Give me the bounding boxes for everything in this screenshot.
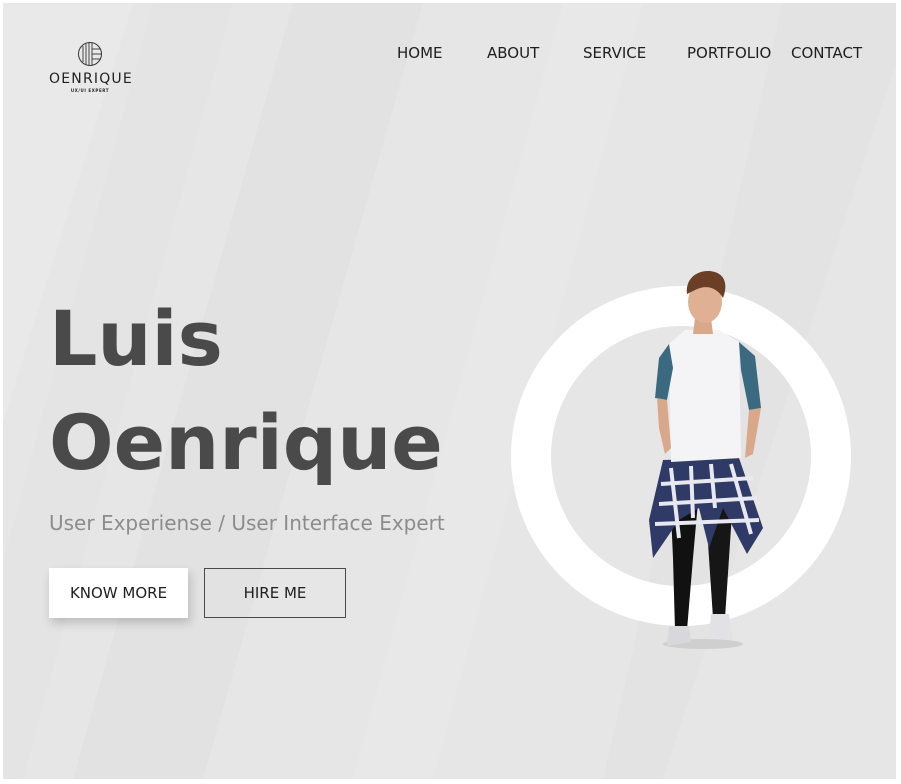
nav-item-contact[interactable]: CONTACT xyxy=(791,43,862,63)
nav-item-portfolio[interactable]: PORTFOLIO xyxy=(687,43,771,63)
nav-item-service[interactable]: SERVICE xyxy=(583,43,646,63)
know-more-button[interactable]: KNOW MORE xyxy=(49,568,188,618)
landing-page: OENRIQUE UX/UI EXPERT HOME ABOUT SERVICE… xyxy=(3,3,896,779)
logo-name: OENRIQUE xyxy=(49,71,133,87)
hero-first-name: Luis xyxy=(49,294,223,383)
hero-subtitle: User Experiense / User Interface Expert xyxy=(49,511,445,535)
hero-last-name: Oenrique xyxy=(49,398,443,487)
hire-me-button[interactable]: HIRE ME xyxy=(204,568,346,618)
nav-item-home[interactable]: HOME xyxy=(397,43,443,63)
brand-logo[interactable]: OENRIQUE UX/UI EXPERT xyxy=(49,41,133,93)
nav-item-about[interactable]: ABOUT xyxy=(487,43,539,63)
hero-illustration xyxy=(511,270,851,649)
logo-mark-icon xyxy=(78,42,102,66)
hero-title: Luis Oenrique xyxy=(49,287,443,495)
logo-tagline: UX/UI EXPERT xyxy=(70,88,110,93)
